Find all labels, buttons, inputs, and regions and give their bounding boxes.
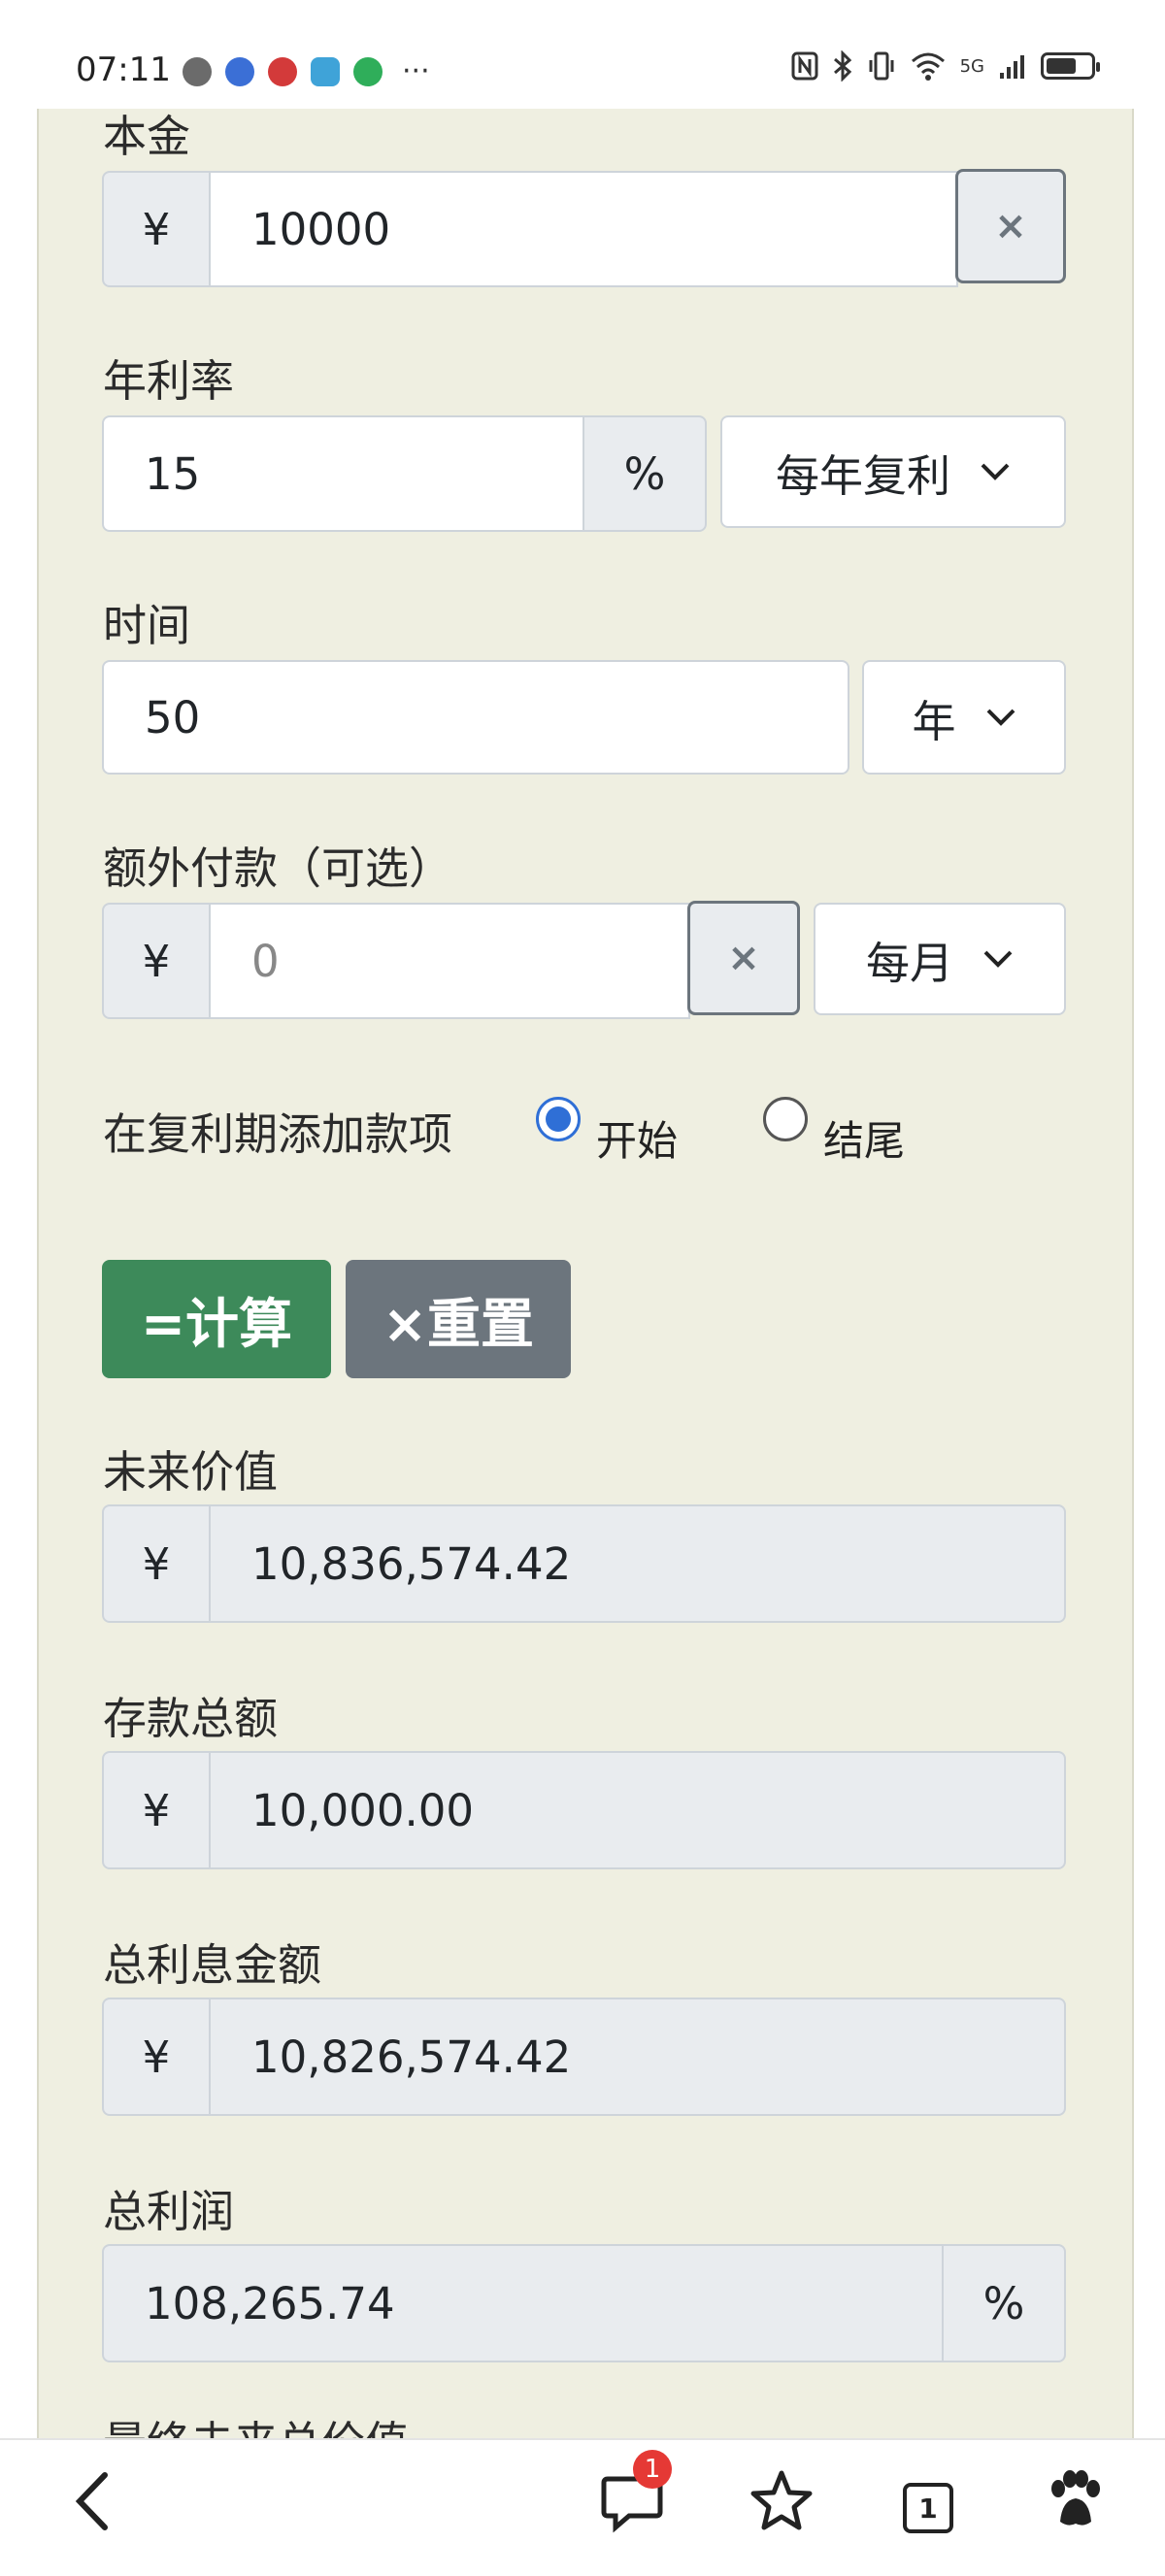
- battery-icon: [1041, 52, 1100, 80]
- baidu-icon: [225, 56, 254, 86]
- app-green-icon: [353, 56, 383, 86]
- chevron-down-icon: [986, 709, 1015, 726]
- time-label: 时间: [103, 600, 191, 651]
- wifi-icon: [911, 52, 945, 81]
- total-deposits-label: 存款总额: [103, 1693, 279, 1744]
- network-type: 5G: [959, 55, 984, 77]
- annual-rate-label: 年利率: [103, 355, 235, 407]
- radio-end[interactable]: [763, 1097, 808, 1141]
- annual-rate-percent-addon: %: [582, 415, 707, 532]
- extra-payment-currency-addon: ¥: [102, 903, 211, 1019]
- browser-bottom-bar: 1: [0, 2438, 1165, 2576]
- time-input[interactable]: 50: [102, 660, 849, 775]
- compounding-select[interactable]: 每年复利: [720, 415, 1066, 528]
- book-app-icon: [311, 56, 340, 86]
- total-profit-label: 总利润: [103, 2186, 235, 2237]
- bluetooth-icon: [833, 50, 851, 82]
- extra-payment-clear-button[interactable]: ×: [687, 901, 800, 1015]
- baidu-paw-icon[interactable]: [1041, 2467, 1109, 2535]
- principal-input[interactable]: 10000: [209, 171, 958, 287]
- notification-icons: ···: [183, 54, 430, 88]
- radio-start[interactable]: [536, 1097, 581, 1141]
- vibrate-icon: [869, 51, 894, 81]
- annual-rate-input[interactable]: 15: [102, 415, 585, 532]
- total-deposits-currency-addon: ¥: [102, 1751, 211, 1869]
- chevron-down-icon: [983, 950, 1013, 968]
- total-profit-output: 108,265.74: [102, 2244, 945, 2362]
- time-unit-select[interactable]: 年: [862, 660, 1066, 775]
- star-icon[interactable]: [748, 2467, 816, 2535]
- future-value-output: 10,836,574.42: [209, 1504, 1066, 1623]
- principal-currency-addon: ¥: [102, 171, 211, 287]
- extra-payment-input[interactable]: 0: [209, 903, 690, 1019]
- extra-payment-label: 额外付款（可选）: [103, 842, 453, 894]
- principal-label: 本金: [103, 111, 191, 162]
- principal-clear-button[interactable]: ×: [955, 169, 1066, 283]
- compounding-select-value: 每年复利: [775, 449, 950, 502]
- total-profit-percent-addon: %: [942, 2244, 1066, 2362]
- back-icon[interactable]: [68, 2467, 116, 2535]
- radio-end-label: 结尾: [823, 1117, 906, 1165]
- signal-icon: [1000, 55, 1024, 79]
- more-notifications-icon: ···: [402, 54, 430, 88]
- chevron-down-icon: [981, 463, 1010, 480]
- comment-badge: 1: [633, 2450, 672, 2489]
- time-unit-value: 年: [912, 695, 956, 747]
- total-interest-output: 10,826,574.42: [209, 1998, 1066, 2116]
- future-value-label: 未来价值: [103, 1446, 279, 1498]
- radio-start-label: 开始: [596, 1117, 679, 1165]
- total-deposits-output: 10,000.00: [209, 1751, 1066, 1869]
- extra-payment-frequency-select[interactable]: 每月: [814, 903, 1066, 1015]
- total-interest-currency-addon: ¥: [102, 1998, 211, 2116]
- reset-button[interactable]: ×重置: [346, 1260, 571, 1378]
- calculate-button[interactable]: =计算: [102, 1260, 331, 1378]
- nfc-icon: [791, 51, 818, 81]
- future-value-currency-addon: ¥: [102, 1504, 211, 1623]
- status-bar: 07:11 ··· 5G: [0, 0, 1165, 109]
- total-interest-label: 总利息金额: [103, 1939, 322, 1991]
- system-icons: 5G: [791, 50, 1100, 82]
- add-payment-label: 在复利期添加款项: [103, 1108, 453, 1160]
- extra-payment-frequency-value: 每月: [865, 937, 953, 989]
- tab-count-button[interactable]: 1: [903, 2483, 953, 2533]
- app-red-icon: [268, 56, 297, 86]
- wechat-icon: [183, 56, 212, 86]
- status-time: 07:11: [76, 50, 171, 89]
